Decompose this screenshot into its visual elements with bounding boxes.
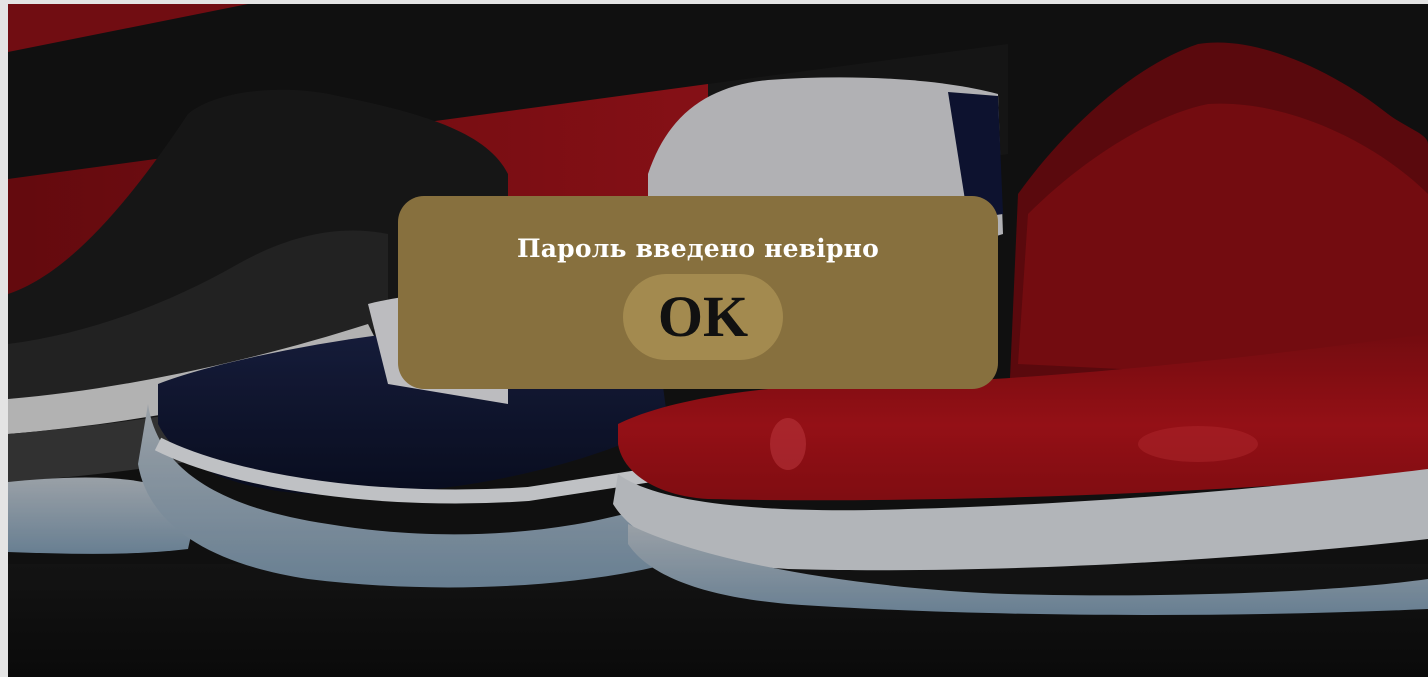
- error-message: Пароль введено невірно: [516, 234, 880, 263]
- page-frame: Пароль введено невірно OK: [8, 4, 1428, 677]
- ok-button[interactable]: OK: [623, 274, 783, 360]
- error-dialog: Пароль введено невірно OK: [398, 196, 998, 389]
